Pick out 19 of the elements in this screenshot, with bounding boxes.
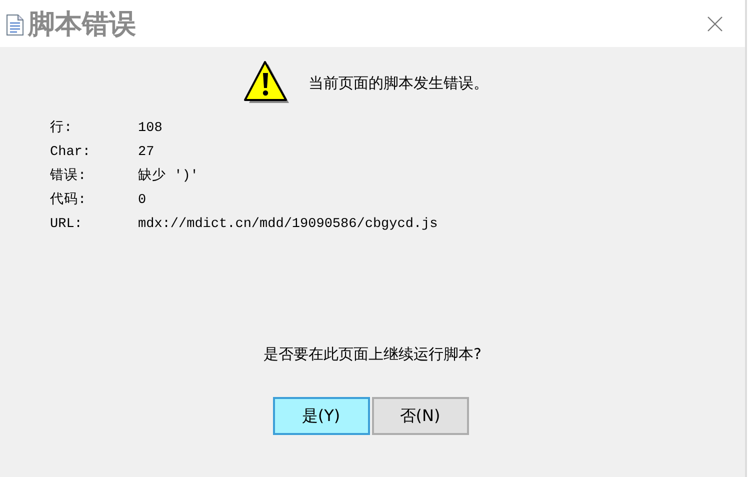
close-icon bbox=[707, 16, 723, 32]
detail-label: Char: bbox=[50, 144, 92, 162]
dialog-button[interactable]: 否(N) bbox=[372, 397, 468, 435]
detail-label: 行: bbox=[50, 120, 74, 138]
error-message: 当前页面的脚本发生错误。 bbox=[308, 74, 488, 92]
warning-icon bbox=[242, 60, 290, 106]
document-icon bbox=[6, 14, 24, 36]
detail-value: 27 bbox=[138, 144, 156, 162]
dialog-button[interactable]: 是(Y) bbox=[272, 397, 370, 435]
detail-value: mdx://mdict.cn/mdd/19090586/cbgycd.js bbox=[138, 216, 439, 234]
close-button[interactable] bbox=[707, 16, 723, 32]
detail-label: 错误: bbox=[50, 168, 88, 186]
detail-label: 代码: bbox=[50, 192, 88, 210]
detail-value: 108 bbox=[138, 120, 164, 138]
detail-value: 0 bbox=[138, 192, 148, 210]
detail-value: 缺少 ')' bbox=[138, 168, 200, 186]
detail-label: URL: bbox=[50, 216, 84, 234]
question-text: 是否要在此页面上继续运行脚本? bbox=[262, 345, 482, 364]
window-title: 脚本错误 bbox=[28, 8, 136, 42]
